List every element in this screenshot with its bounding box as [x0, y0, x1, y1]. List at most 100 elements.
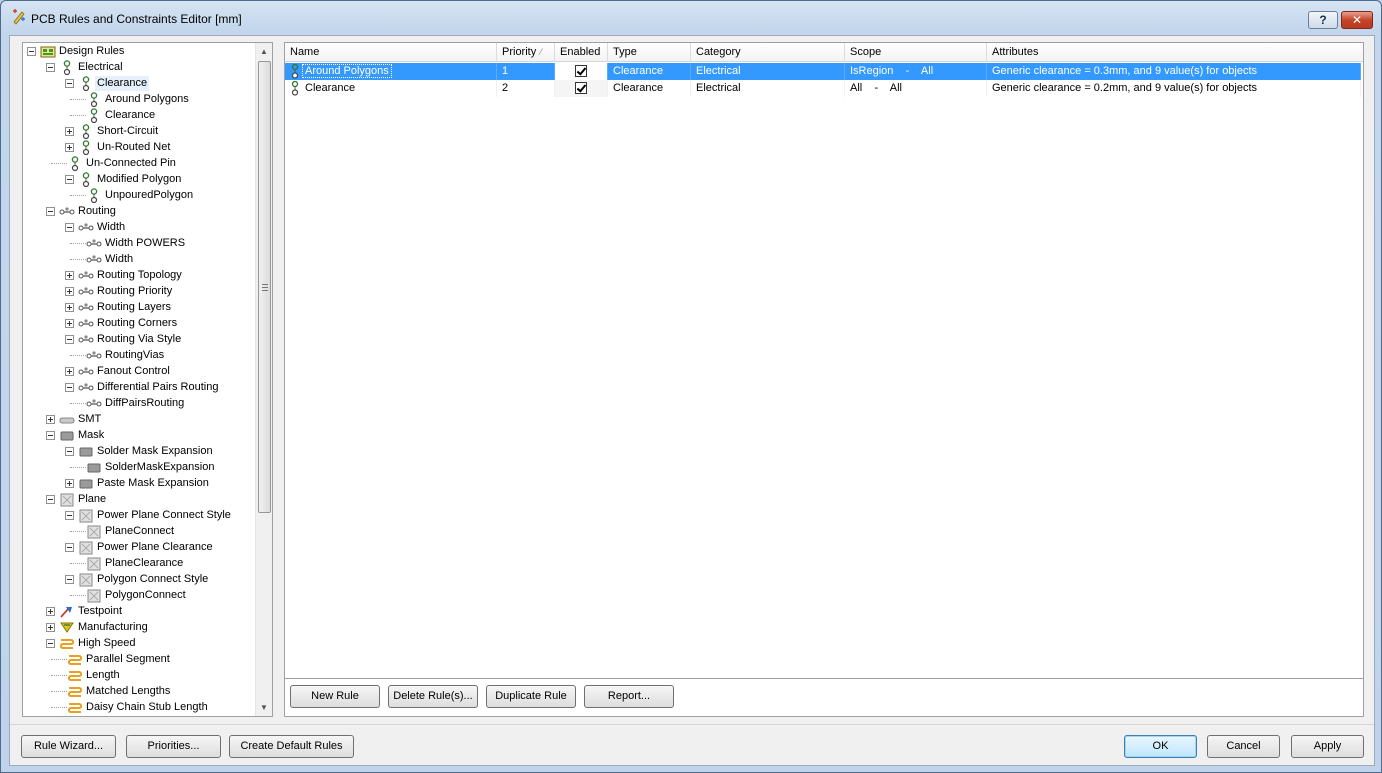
collapse-minus-icon[interactable]	[46, 639, 55, 648]
scroll-down-arrow-icon[interactable]: ▼	[256, 699, 272, 716]
tree-item[interactable]: Matched Lengths	[23, 683, 255, 699]
rule-name-cell[interactable]: Clearance	[285, 80, 497, 97]
rules-tree[interactable]: Design Rules Electrical Clearance Around Po…	[23, 43, 255, 716]
rule-type-cell[interactable]: Clearance	[608, 63, 691, 80]
collapse-minus-icon[interactable]	[65, 447, 74, 456]
tree-item[interactable]: Solder Mask Expansion	[23, 443, 255, 459]
collapse-minus-icon[interactable]	[46, 207, 55, 216]
expand-plus-icon[interactable]	[65, 143, 74, 152]
tree-vertical-scrollbar[interactable]: ▲ ▼	[255, 43, 272, 716]
collapse-minus-icon[interactable]	[65, 335, 74, 344]
column-header-enabled[interactable]: Enabled	[555, 43, 608, 62]
collapse-minus-icon[interactable]	[65, 575, 74, 584]
tree-item[interactable]: Design Rules	[23, 43, 255, 59]
column-header-type[interactable]: Type	[608, 43, 691, 62]
collapse-minus-icon[interactable]	[65, 543, 74, 552]
column-header-attributes[interactable]: Attributes	[987, 43, 1363, 62]
expand-plus-icon[interactable]	[46, 415, 55, 424]
rule-priority-cell[interactable]: 2	[497, 80, 555, 97]
expand-plus-icon[interactable]	[65, 287, 74, 296]
rule-name-cell[interactable]: Around Polygons	[285, 63, 497, 80]
column-header-category[interactable]: Category	[691, 43, 845, 62]
column-header-priority[interactable]: Priority ⁄	[497, 43, 555, 62]
rule-category-cell[interactable]: Electrical	[691, 63, 845, 80]
rule-enabled-cell[interactable]	[555, 80, 608, 97]
expand-plus-icon[interactable]	[46, 623, 55, 632]
tree-item[interactable]: SMT	[23, 411, 255, 427]
rule-attributes-cell[interactable]: Generic clearance = 0.3mm, and 9 value(s…	[987, 63, 1361, 80]
tree-item[interactable]: Electrical	[23, 59, 255, 75]
collapse-minus-icon[interactable]	[65, 79, 74, 88]
tree-item[interactable]: SolderMaskExpansion	[23, 459, 255, 475]
rule-scope-cell[interactable]: IsRegion - All	[845, 63, 987, 80]
collapse-minus-icon[interactable]	[46, 431, 55, 440]
rule-type-cell[interactable]: Clearance	[608, 80, 691, 97]
expand-plus-icon[interactable]	[65, 127, 74, 136]
tree-item[interactable]: Plane	[23, 491, 255, 507]
ok-button[interactable]: OK	[1124, 735, 1197, 758]
tree-item[interactable]: Parallel Segment	[23, 651, 255, 667]
tree-item[interactable]: Testpoint	[23, 603, 255, 619]
expand-plus-icon[interactable]	[65, 271, 74, 280]
tree-item[interactable]: Paste Mask Expansion	[23, 475, 255, 491]
tree-item[interactable]: High Speed	[23, 635, 255, 651]
cancel-button[interactable]: Cancel	[1207, 735, 1280, 758]
collapse-minus-icon[interactable]	[46, 495, 55, 504]
tree-item[interactable]: Mask	[23, 427, 255, 443]
rule-scope-cell[interactable]: All - All	[845, 80, 987, 97]
scrollbar-thumb[interactable]	[258, 61, 271, 513]
tree-item[interactable]: Manufacturing	[23, 619, 255, 635]
column-header-scope[interactable]: Scope	[845, 43, 987, 62]
title-bar[interactable]: PCB Rules and Constraints Editor [mm] ? …	[1, 1, 1381, 35]
tree-item[interactable]: RoutingVias	[23, 347, 255, 363]
tree-item[interactable]: Modified Polygon	[23, 171, 255, 187]
tree-item[interactable]: Short-Circuit	[23, 123, 255, 139]
help-button[interactable]: ?	[1308, 11, 1338, 29]
rule-attributes-cell[interactable]: Generic clearance = 0.2mm, and 9 value(s…	[987, 80, 1361, 97]
tree-item[interactable]: Power Plane Clearance	[23, 539, 255, 555]
tree-item[interactable]: Clearance	[23, 107, 255, 123]
table-row[interactable]: Around Polygons 1 Clearance Electrical I…	[285, 63, 1361, 80]
expand-plus-icon[interactable]	[46, 607, 55, 616]
tree-item[interactable]: Routing Corners	[23, 315, 255, 331]
collapse-minus-icon[interactable]	[65, 511, 74, 520]
tree-item[interactable]: Routing Priority	[23, 283, 255, 299]
tree-item[interactable]: Power Plane Connect Style	[23, 507, 255, 523]
tree-item[interactable]: PlaneConnect	[23, 523, 255, 539]
column-header-name[interactable]: Name	[285, 43, 497, 62]
rule-enabled-checkbox[interactable]	[575, 65, 587, 77]
expand-plus-icon[interactable]	[65, 303, 74, 312]
new-rule-button[interactable]: New Rule	[290, 685, 380, 708]
tree-item[interactable]: Daisy Chain Stub Length	[23, 699, 255, 715]
close-button[interactable]: ✕	[1341, 11, 1373, 29]
collapse-minus-icon[interactable]	[46, 63, 55, 72]
tree-item[interactable]: Routing Via Style	[23, 331, 255, 347]
scroll-up-arrow-icon[interactable]: ▲	[256, 43, 272, 60]
tree-item[interactable]: Polygon Connect Style	[23, 571, 255, 587]
duplicate-rule-button[interactable]: Duplicate Rule	[486, 685, 576, 708]
rule-enabled-cell[interactable]	[555, 63, 608, 80]
tree-item[interactable]: DiffPairsRouting	[23, 395, 255, 411]
collapse-minus-icon[interactable]	[65, 223, 74, 232]
tree-item[interactable]: Width	[23, 219, 255, 235]
expand-plus-icon[interactable]	[65, 479, 74, 488]
collapse-minus-icon[interactable]	[27, 47, 36, 56]
tree-item[interactable]: Fanout Control	[23, 363, 255, 379]
tree-item[interactable]: Width	[23, 251, 255, 267]
tree-item[interactable]: Clearance	[23, 75, 255, 91]
tree-item[interactable]: Routing Topology	[23, 267, 255, 283]
tree-item[interactable]: Differential Pairs Routing	[23, 379, 255, 395]
tree-item[interactable]: Un-Routed Net	[23, 139, 255, 155]
table-row[interactable]: Clearance 2 Clearance Electrical All - A…	[285, 80, 1361, 97]
create-default-rules-button[interactable]: Create Default Rules	[229, 735, 354, 758]
tree-item[interactable]: Routing	[23, 203, 255, 219]
delete-rule-button[interactable]: Delete Rule(s)...	[388, 685, 478, 708]
expand-plus-icon[interactable]	[65, 367, 74, 376]
expand-plus-icon[interactable]	[65, 319, 74, 328]
tree-item[interactable]: Routing Layers	[23, 299, 255, 315]
tree-item[interactable]: PlaneClearance	[23, 555, 255, 571]
rule-priority-cell[interactable]: 1	[497, 63, 555, 80]
priorities-button[interactable]: Priorities...	[126, 735, 221, 758]
rule-category-cell[interactable]: Electrical	[691, 80, 845, 97]
rule-enabled-checkbox[interactable]	[575, 82, 587, 94]
